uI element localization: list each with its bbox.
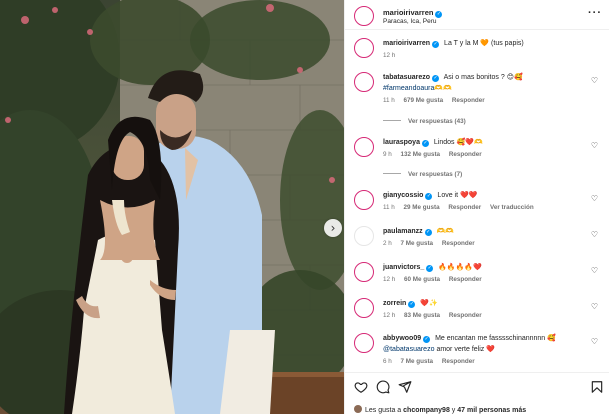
reply-button[interactable]: Responder [442,358,475,365]
caption-time: 12 h [383,52,396,59]
more-icon[interactable]: ··· [588,7,602,19]
author-avatar[interactable] [354,6,374,26]
comment-emoji: 🥰❤️🫶 [456,138,483,146]
comment-emoji-2: ❤️ [486,345,495,353]
comment-hashtag[interactable]: #farmeandoaura [383,85,434,92]
reply-button[interactable]: Responder [448,204,481,211]
chevron-right-icon: › [330,221,336,235]
author-avatar[interactable] [354,38,374,58]
heart-icon[interactable]: ♡ [591,302,598,311]
comment-time: 6 h [383,358,392,365]
comment-username[interactable]: juanvictors_ ✓ [383,264,434,272]
verified-icon: ✓ [432,41,440,48]
comment-emoji: 🥰 [547,334,556,342]
view-replies-button[interactable]: Ver respuestas (43) [383,118,466,125]
commenter-avatar[interactable] [354,262,374,282]
reply-button[interactable]: Responder [442,240,475,247]
commenter-avatar[interactable] [354,298,374,318]
comment-icon[interactable] [376,380,390,394]
comment-username[interactable]: lauraspoya ✓ [383,139,429,147]
verified-icon: ✓ [425,193,433,200]
reply-button[interactable]: Responder [449,151,482,158]
reply-button[interactable]: Responder [449,276,482,283]
heart-icon[interactable]: ♡ [591,76,598,85]
commenter-avatar[interactable] [354,72,374,92]
post-photo[interactable]: › [0,0,344,414]
heart-icon[interactable]: ♡ [591,194,598,203]
heart-icon[interactable]: ♡ [591,266,598,275]
verified-icon: ✓ [432,75,440,82]
translate-button[interactable]: Ver traducción [490,204,534,211]
comment-likes[interactable]: 60 Me gusta [404,276,440,283]
view-replies-button[interactable]: Ver respuestas (7) [383,171,462,178]
comment-text: Love it [437,192,459,199]
next-photo-button[interactable]: › [324,219,342,237]
verified-icon: ✓ [408,301,416,308]
comment-mention[interactable]: @tabatasuarezo [383,346,434,353]
comment-username[interactable]: abbywoo09 ✓ [383,335,431,343]
verified-icon: ✓ [426,265,434,272]
commenter-avatar[interactable] [354,333,374,353]
comment-text: Asi o mas bonitos ? [443,74,505,81]
comment-likes[interactable]: 7 Me gusta [401,358,434,365]
comment-time: 12 h [383,312,396,319]
comment-likes[interactable]: 132 Me gusta [401,151,441,158]
save-icon[interactable] [590,380,604,394]
verified-icon: ✓ [421,140,429,147]
verified-icon: ✓ [424,229,432,236]
caption-text: La T y la M [444,40,479,47]
verified-icon: ✓ [435,11,443,18]
reply-button[interactable]: Responder [449,312,482,319]
post-header: marioirivarren ✓ Paracas, Ica, Peru ··· [345,0,609,30]
comment-username[interactable]: zorrein ✓ [383,300,416,308]
commenter-avatar[interactable] [354,190,374,210]
comment-emoji: 😊🥰 [506,73,523,81]
comment-text-2: amor verte feliz [436,346,485,353]
comment-time: 2 h [383,240,392,247]
commenter-avatar[interactable] [354,226,374,246]
comment-likes[interactable]: 679 Me gusta [404,97,444,104]
heart-icon[interactable] [354,380,368,394]
post-location[interactable]: Paracas, Ica, Peru [383,18,436,25]
reply-button[interactable]: Responder [452,97,485,104]
action-bar [354,380,604,398]
comment-text: Me encantan me fasssschinannnnn [435,335,546,342]
comment-username[interactable]: paulamanzz ✓ [383,228,432,236]
heart-icon[interactable]: ♡ [591,337,598,346]
comment-time: 12 h [383,276,396,283]
comment-likes[interactable]: 83 Me gusta [404,312,440,319]
share-icon[interactable] [398,380,412,394]
heart-icon[interactable]: ♡ [591,230,598,239]
likes-summary[interactable]: Les gusta a chcompany98 y 47 mil persona… [354,405,526,414]
verified-icon: ✓ [423,336,431,343]
comment-emoji: 🫶🫶 [436,227,455,235]
comment-time: 9 h [383,151,392,158]
comment-emoji: ❤️❤️ [460,191,478,199]
caption-username[interactable]: marioirivarren ✓ [383,40,440,48]
author-username[interactable]: marioirivarren ✓ [383,8,443,18]
comment-likes[interactable]: 29 Me gusta [404,204,440,211]
commenter-avatar[interactable] [354,137,374,157]
post-detail-panel: marioirivarren ✓ Paracas, Ica, Peru ··· m… [344,0,609,414]
comment-time: 11 h [383,97,395,104]
comment-text: Lindos [433,139,455,146]
heart-icon[interactable]: ♡ [591,141,598,150]
comment-emoji: 🔥🔥🔥🔥❤️ [438,263,482,271]
caption-suffix: (tus papis) [491,40,524,47]
liker-avatar [354,405,362,413]
comment-username[interactable]: tabatasuarezo ✓ [383,74,440,82]
comment-username[interactable]: gianycossio ✓ [383,192,433,200]
caption-emoji: 🧡 [480,39,490,47]
actions-divider [345,372,609,373]
comment-hashtag-suffix: 🫶🫶 [434,84,452,92]
photo-illustration [0,0,344,414]
comment-likes[interactable]: 7 Me gusta [401,240,434,247]
comment-emoji: ❤️✨ [420,299,438,307]
comment-time: 11 h [383,204,395,211]
